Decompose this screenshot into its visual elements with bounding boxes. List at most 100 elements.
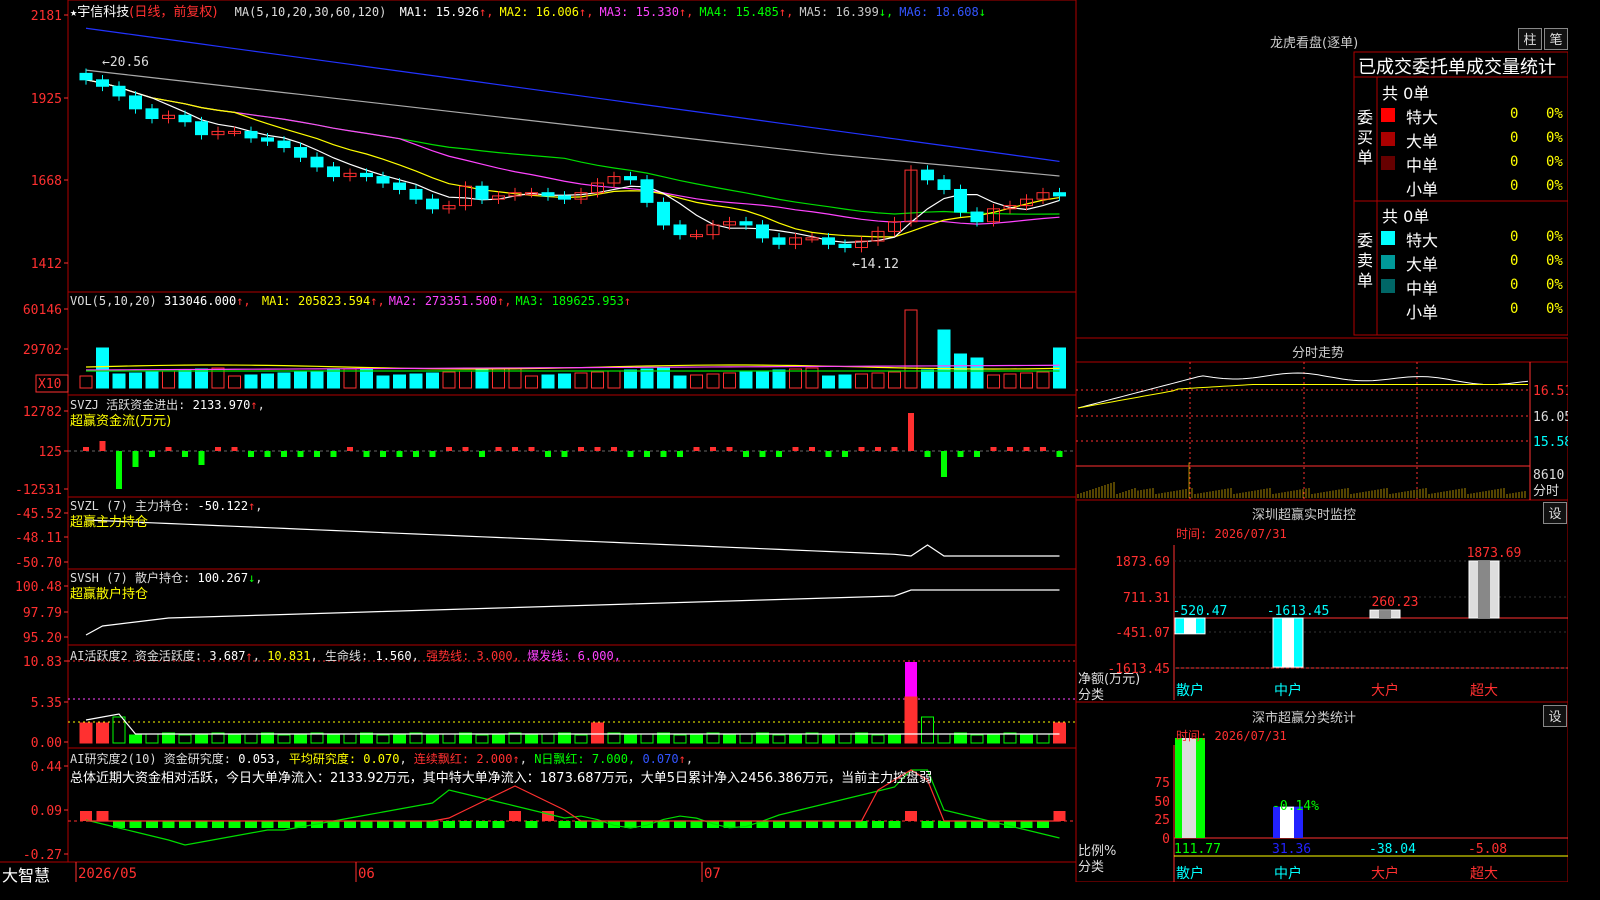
research-bar (195, 821, 208, 828)
order-count: 0 (1510, 229, 1519, 245)
research-bar (410, 821, 422, 828)
fund-flow-bar (990, 447, 997, 451)
vol-ma-values: MA1: 205823.594↑, MA2: 273351.500↑, MA3: 1… (261, 294, 632, 308)
monitor-value-label: -520.47 (1173, 604, 1228, 619)
fund-flow-bar (957, 451, 964, 457)
ai2-summary: 总体近期大资金相对活跃，今日大单净流入：2133.92万元，其中特大单净流入：1… (70, 771, 933, 786)
column-mode-button[interactable]: 柱 (1518, 28, 1542, 50)
research-bar (608, 821, 620, 828)
sell-total: 共 0单 (1382, 207, 1430, 226)
volume-bar (772, 369, 786, 389)
candle-body (558, 195, 571, 200)
activity-bar (1020, 734, 1033, 744)
candle-body (112, 85, 126, 97)
classify-category-label: 散户 (1176, 865, 1204, 882)
activity-bar (789, 733, 802, 744)
ma-item: MA4: 15.485 (699, 5, 779, 19)
activity-bar (96, 722, 109, 744)
activity-bar (838, 733, 852, 744)
order-count: 0 (1510, 178, 1519, 194)
ma-item: MA2: 16.006 (499, 5, 580, 19)
activity-bar (178, 734, 192, 744)
volume-bar (739, 371, 753, 389)
fund-flow-bar (512, 447, 518, 451)
candle-body (195, 121, 208, 136)
fund-flow-bar (149, 451, 155, 457)
volume-bar (162, 370, 175, 389)
candle-body (541, 192, 555, 197)
candle-body (772, 237, 786, 245)
order-count: 0 (1510, 106, 1519, 122)
volume-bar (673, 375, 687, 389)
low-note: ←14.12 (852, 257, 899, 272)
order-size-label: 小单 (1406, 303, 1439, 322)
fund-flow-bar (479, 451, 485, 457)
research-bar (657, 821, 670, 828)
ai2-lian: 连续飘红: 2.000 (413, 752, 513, 766)
research-bar (344, 821, 356, 828)
volume-bar (393, 374, 406, 389)
activity-burst-bar (905, 662, 917, 698)
research-bar (162, 821, 175, 828)
research-bar (921, 821, 934, 828)
volume-bar (261, 373, 274, 389)
classify-xlabel: 分类 (1078, 860, 1105, 875)
volume-bar (904, 309, 918, 389)
research-bar (377, 821, 389, 828)
fund-flow-bar (809, 447, 815, 451)
stroke-mode-button[interactable]: 笔 (1544, 28, 1568, 50)
fund-flow-bar (842, 451, 848, 457)
volume-bar (838, 374, 852, 389)
fund-flow-bar (182, 451, 188, 457)
ma1-line (85, 79, 1060, 243)
fund-flow-bar (759, 451, 766, 457)
order-color-swatch (1381, 231, 1395, 245)
monitor-settings-button[interactable]: 设 (1543, 502, 1567, 524)
activity-bar (871, 734, 885, 744)
classify-y-tick: 25 (1154, 813, 1170, 828)
svzl-sub: 超赢主力持仓 (70, 515, 149, 530)
monitor-bar-highlight (1282, 618, 1294, 668)
y-tick-label: 1412 (31, 257, 62, 272)
fund-flow-bar (231, 447, 238, 451)
svzl-value: -50.122 (197, 499, 249, 513)
x-axis-label: 2026/05 (78, 866, 137, 882)
classify-value-label: 111.77 (1174, 842, 1221, 857)
fund-flow-bar (627, 451, 634, 457)
candle-body (640, 179, 654, 203)
classify-y-tick: 0 (1162, 832, 1170, 847)
buy-label: 委买单 (1357, 108, 1374, 167)
candle-body (475, 185, 489, 200)
fund-flow-bar (281, 451, 287, 457)
y-tick-label: 97.79 (23, 606, 62, 621)
order-count: 0 (1510, 277, 1519, 293)
stock-name: 宇信科技 (77, 5, 130, 20)
classify-settings-button[interactable]: 设 (1543, 705, 1567, 727)
svzl-header: SVZL (7) 主力持仓: -50.122↑, 超赢主力持仓 (70, 499, 263, 530)
candle-body (739, 221, 753, 226)
up-arrow-icon: ↑ (250, 398, 258, 412)
fund-flow-bar (1040, 447, 1046, 451)
fund-flow-bar (908, 413, 914, 451)
fund-flow-bar (941, 451, 947, 477)
activity-bar (442, 733, 456, 744)
fund-flow-bar (363, 451, 370, 457)
candle-body (393, 182, 406, 190)
volume-bar (376, 375, 390, 389)
activity-bar (904, 696, 918, 744)
candle-body (756, 224, 769, 239)
activity-bar (937, 733, 951, 744)
volume-bar (145, 371, 159, 389)
fund-flow-bar (611, 447, 617, 451)
research-bar (591, 821, 604, 828)
intraday-avg-line (1077, 384, 1528, 409)
fund-flow-bar (413, 451, 419, 457)
order-color-swatch (1381, 108, 1395, 122)
fund-flow-bar (248, 451, 254, 457)
activity-bar (393, 733, 406, 744)
dragon-tabs[interactable]: 已成交委托单成交量统计 (1358, 53, 1556, 79)
activity-bar (541, 733, 555, 744)
candle-body (327, 166, 340, 178)
svzj-header: SVZJ 活跃资金进出: 2133.970↑, 超赢资金流(万元) (70, 398, 265, 429)
research-bar (971, 821, 983, 828)
